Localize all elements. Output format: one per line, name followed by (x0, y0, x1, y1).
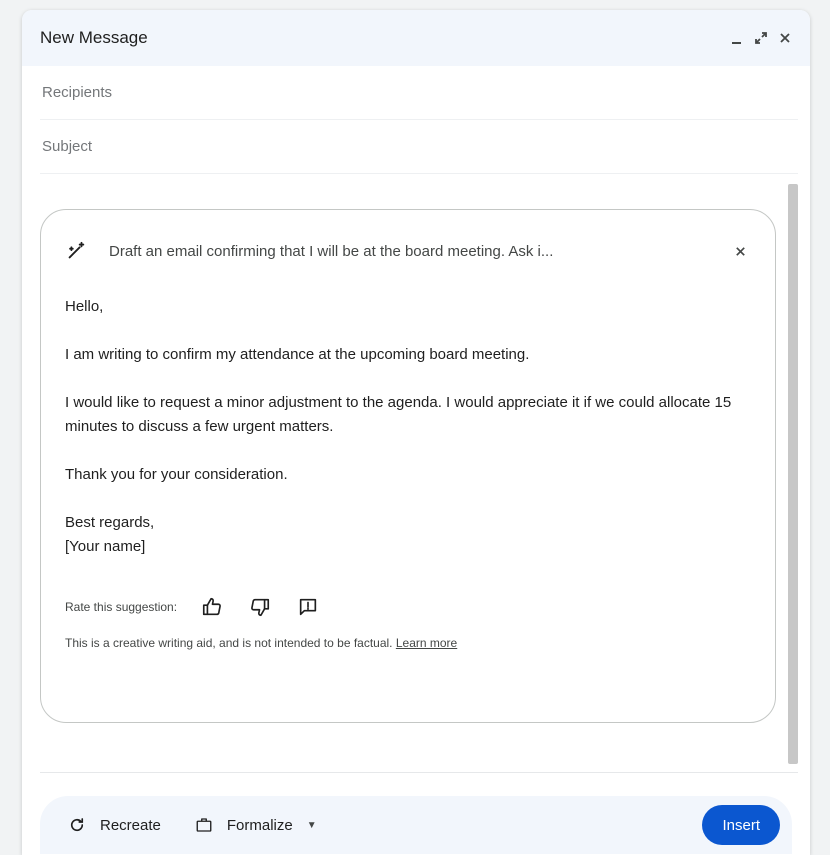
formalize-button[interactable]: Formalize ▼ (195, 816, 317, 834)
recipients-row (40, 66, 798, 120)
refresh-icon (70, 818, 84, 832)
magic-wand-icon (65, 239, 89, 263)
caret-down-icon: ▼ (306, 819, 317, 831)
compose-window: New Message Recipients Subject Draft an … (22, 10, 810, 855)
prompt-row: Draft an email confirming that I will be… (65, 210, 751, 292)
recreate-label: Recreate (100, 816, 161, 834)
recreate-button[interactable]: Recreate (68, 816, 161, 834)
rating-row: Rate this suggestion: (65, 592, 751, 622)
draft-signoff: Best regards, [Your name] (65, 511, 751, 559)
rate-label: Rate this suggestion: (65, 600, 178, 614)
divider (40, 772, 798, 773)
draft-greeting: Hello, (65, 298, 104, 315)
draft-paragraph: I am writing to confirm my attendance at… (65, 346, 530, 363)
minimize-icon[interactable] (726, 27, 748, 49)
help-me-write-card: Draft an email confirming that I will be… (40, 209, 776, 723)
thumbs-down-icon[interactable] (243, 592, 277, 622)
subject-row (40, 120, 798, 174)
compose-titlebar: New Message (22, 10, 810, 66)
close-icon[interactable] (729, 240, 751, 262)
signature-line: [Your name] (65, 538, 146, 555)
briefcase-icon (196, 818, 212, 832)
subject-input[interactable] (40, 137, 798, 156)
scrollbar[interactable] (788, 184, 798, 764)
thumbs-up-icon[interactable] (195, 592, 229, 622)
suggestion-toolbar: Recreate Formalize ▼ Insert (40, 796, 792, 854)
draft-text: Hello, I am writing to confirm my attend… (65, 295, 751, 559)
insert-button[interactable]: Insert (702, 805, 780, 845)
prompt-text[interactable]: Draft an email confirming that I will be… (109, 243, 699, 260)
report-icon[interactable] (291, 592, 325, 622)
disclaimer: This is a creative writing aid, and is n… (65, 636, 751, 650)
message-body: Draft an email confirming that I will be… (22, 174, 810, 779)
learn-more-link[interactable]: Learn more (396, 636, 457, 650)
draft-paragraph: I would like to request a minor adjustme… (65, 394, 732, 435)
disclaimer-text: This is a creative writing aid, and is n… (65, 636, 393, 650)
recipients-input[interactable] (40, 83, 798, 102)
signoff-line: Best regards, (65, 514, 155, 531)
formalize-label: Formalize (226, 816, 293, 834)
close-icon[interactable] (774, 27, 796, 49)
expand-icon[interactable] (750, 27, 772, 49)
draft-paragraph: Thank you for your consideration. (65, 466, 288, 483)
window-title: New Message (40, 28, 148, 47)
